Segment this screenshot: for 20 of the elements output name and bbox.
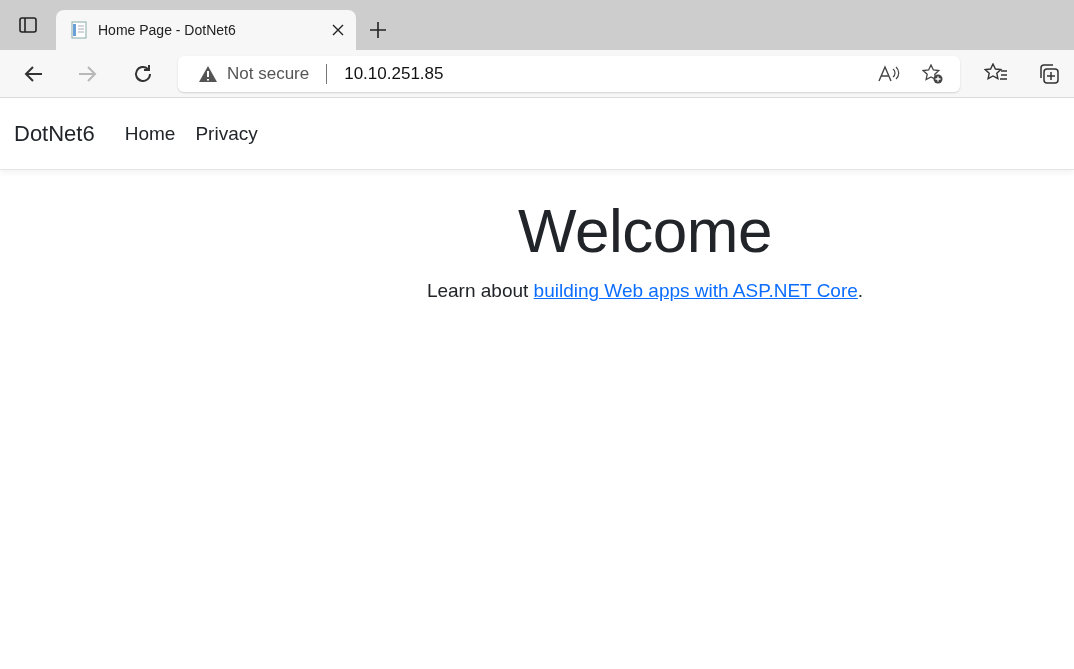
tab-panel-icon[interactable] (19, 17, 37, 33)
close-icon[interactable] (332, 24, 344, 36)
nav-link[interactable]: Privacy (195, 122, 258, 145)
page-icon (70, 21, 88, 39)
read-aloud-icon[interactable] (878, 64, 900, 83)
new-tab-icon[interactable] (369, 21, 387, 39)
collections-icon[interactable] (1038, 62, 1060, 85)
intro-text: Learn about building Web apps with ASP.NET Core. (426, 280, 864, 303)
welcome-heading: Welcome (517, 195, 773, 267)
security-label[interactable]: Not secure (227, 63, 310, 84)
favorites-icon[interactable] (984, 62, 1008, 83)
docs-link[interactable]: building Web apps with ASP.NET Core (533, 280, 858, 302)
address-bar[interactable]: Not secure 10.10.251.85 (178, 55, 960, 92)
url-text[interactable]: 10.10.251.85 (344, 63, 878, 84)
warning-icon[interactable] (198, 64, 218, 83)
brand-link[interactable]: DotNet6 (14, 120, 95, 147)
browser-tab[interactable]: Home Page - DotNet6 (56, 10, 356, 50)
reload-icon[interactable] (132, 62, 154, 85)
add-favorite-icon[interactable] (922, 63, 944, 84)
nav-link[interactable]: Home (124, 122, 176, 145)
